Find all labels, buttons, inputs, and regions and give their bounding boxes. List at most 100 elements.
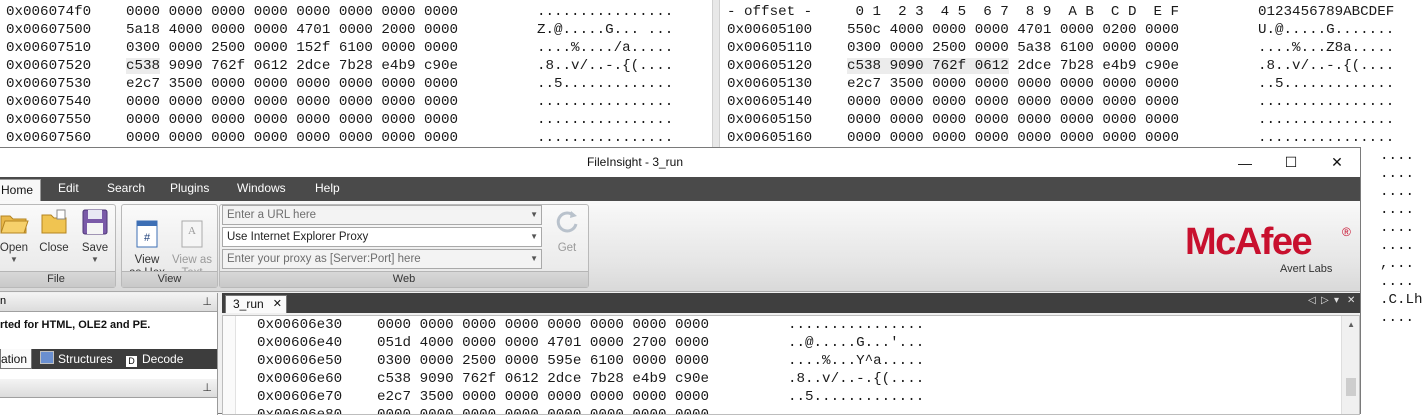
hex-row-offset: 0x00605160 [727,130,813,146]
tab-information[interactable]: ation [0,349,32,369]
web-group-label: Web [220,271,588,287]
menu-home[interactable]: Home [0,179,41,201]
hex-row-ascii: .8..v/..-.{(.... [537,58,674,74]
left-pane-header[interactable]: n ⊥ [0,293,217,312]
hex-row-bytes: 5a18 4000 0000 0000 4701 0000 2000 0000 [126,22,459,38]
title-bar[interactable]: FileInsight - 3_run — ☐ ✕ [0,148,1360,177]
url-input[interactable]: Enter a URL here ▼ [222,205,542,225]
tab-structures[interactable]: Structures [40,349,113,369]
hex-row-offset: 0x00605130 [727,76,813,92]
file-group-label: File [0,271,115,287]
hex-row-offset: 0x00605110 [727,40,813,56]
maximize-button[interactable]: ☐ [1268,148,1314,177]
open-button[interactable]: Open ▼ [0,207,31,264]
refresh-icon [556,211,578,233]
menu-search[interactable]: Search [107,181,145,195]
close-button[interactable]: Close [35,207,73,255]
minimize-button[interactable]: — [1222,148,1268,177]
svg-text:#: # [144,232,151,244]
hex-row-bytes: 0300 0000 2500 0000 5a38 6100 0000 0000 [847,40,1180,56]
hex-row-offset: 0x006074f0 [6,4,92,20]
hex-row-ascii: ..5............. [788,389,925,405]
chevron-down-icon[interactable]: ▼ [530,228,538,246]
menu-edit[interactable]: Edit [58,181,79,195]
folder-icon [41,209,67,234]
fileinsight-window: FileInsight - 3_run — ☐ ✕ Home Edit Sear… [0,147,1361,415]
hex-row-offset: 0x00607530 [6,76,92,92]
ribbon: Open ▼ Close Save ▼ File # View A View a… [0,201,1360,292]
hex-row-bytes: 0000 0000 0000 0000 0000 0000 0000 0000 [377,317,710,333]
hex-editor-view[interactable]: ▲ 0x00606e30 0000 0000 0000 0000 0000 000… [222,315,1360,415]
proxy-mode-value: Use Internet Explorer Proxy [227,231,369,243]
proxy-mode-select[interactable]: Use Internet Explorer Proxy ▼ [222,227,542,247]
menu-help[interactable]: Help [315,181,340,195]
ascii-fragment: .... [1380,238,1415,254]
ascii-fragment: .... [1380,166,1415,182]
hex-row-ascii: ................ [1258,112,1395,128]
structures-icon [40,351,54,364]
minimize-icon: — [1238,154,1252,171]
close-label: Close [39,242,69,254]
menu-windows[interactable]: Windows [237,181,286,195]
chevron-down-icon[interactable]: ▼ [530,250,538,268]
editor-gutter [223,316,236,414]
logo-brand: McAfee [1185,221,1313,263]
tab-decode[interactable]: D Decode [126,349,183,369]
ascii-fragment: ,... [1380,256,1415,272]
hex-view-icon: # [136,220,158,248]
pin-icon[interactable]: ⊥ [202,381,212,394]
hex-row-offset: 0x00605150 [727,112,813,128]
chevron-down-icon[interactable]: ▾ [1334,295,1339,306]
get-label: Get [557,242,577,254]
hex-row-offset: 0x00607560 [6,130,92,146]
selected-bytes[interactable]: c538 [126,58,161,74]
save-button[interactable]: Save ▼ [77,207,113,264]
hex-row-ascii: .8..v/..-.{(.... [788,371,925,387]
split-divider[interactable] [712,0,720,150]
hex-row-ascii: U.@.....G....... [1258,22,1395,38]
logo-registered-mark: ® [1342,225,1351,239]
tab-3-run[interactable]: 3_run ✕ [225,295,287,313]
hex-row-offset: 0x00607520 [6,58,92,74]
pin-icon[interactable]: ⊥ [202,295,212,308]
ascii-fragment: .C.Lh [1380,292,1423,308]
supported-formats-text: rted for HTML, OLE2 and PE. [0,319,151,331]
vertical-scrollbar[interactable]: ▲ [1341,316,1359,414]
hex-row-bytes: c538 9090 762f 0612 2dce 7b28 e4b9 c90e [847,58,1180,74]
ascii-fragment: .... [1380,148,1415,164]
close-icon[interactable]: ✕ [273,296,282,313]
scrollbar-thumb[interactable] [1346,378,1356,396]
hex-row-ascii: ................ [537,112,674,128]
selected-bytes[interactable]: c538 9090 762f 0612 [847,58,1009,74]
get-button[interactable]: Get [550,207,584,255]
hex-row-offset: 0x00606e60 [257,371,343,387]
scroll-left-icon[interactable]: ◁ [1308,295,1316,306]
left-pane-title: n [0,295,7,307]
left-pane: n ⊥ rted for HTML, OLE2 and PE. ation St… [0,293,218,415]
background-hex-view-left[interactable]: 0x006074f0 0000 0000 0000 0000 0000 0000 … [0,0,712,150]
text-view-icon: A [181,220,203,248]
scroll-up-icon[interactable]: ▲ [1347,320,1355,329]
hex-row-bytes: 0000 0000 0000 0000 0000 0000 0000 0000 [126,4,459,20]
hex-row-bytes: 0000 0000 0000 0000 0000 0000 0000 0000 [847,94,1180,110]
hex-row-bytes: e2c7 3500 0000 0000 0000 0000 0000 0000 [126,76,459,92]
chevron-down-icon[interactable]: ▼ [530,206,538,224]
hex-row-ascii: ................ [537,4,674,20]
close-window-button[interactable]: ✕ [1314,148,1360,177]
hex-row-ascii: ................ [537,94,674,110]
ascii-fragment: .... [1380,220,1415,236]
proxy-server-input[interactable]: Enter your proxy as [Server:Port] here ▼ [222,249,542,269]
left-pane-lower-header[interactable]: ⊥ [0,379,217,398]
close-icon: ✕ [1331,154,1343,170]
scroll-right-icon[interactable]: ▷ [1321,295,1329,306]
open-label: Open [0,242,29,254]
menu-plugins[interactable]: Plugins [170,181,209,195]
ascii-fragment: .... [1380,310,1415,326]
hex-row-bytes: c538 9090 762f 0612 2dce 7b28 e4b9 c90e [126,58,459,74]
close-icon[interactable]: ✕ [1347,295,1355,306]
hex-row-offset: 0x00605140 [727,94,813,110]
chevron-down-icon: ▼ [10,255,18,264]
hex-column-header: 0 1 2 3 4 5 6 7 8 9 A B C D E F [847,4,1180,20]
hex-row-bytes: e2c7 3500 0000 0000 0000 0000 0000 0000 [847,76,1180,92]
hex-row-bytes: 0000 0000 0000 0000 0000 0000 0000 0000 [126,130,459,146]
